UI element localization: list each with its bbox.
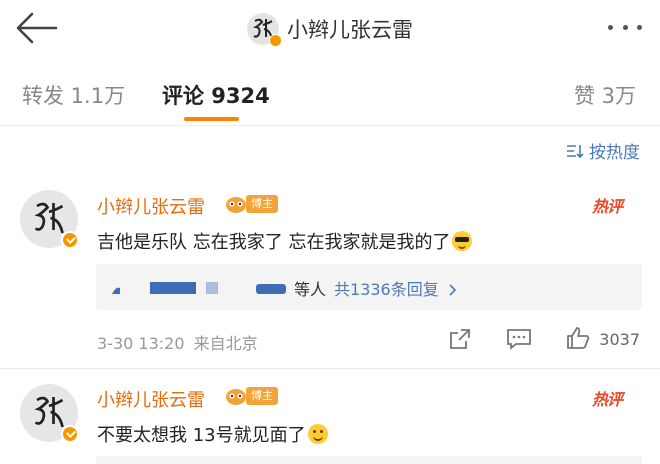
cool-sunglasses-emoji-icon <box>452 231 473 251</box>
reply-comment-icon[interactable] <box>506 327 532 351</box>
comment-author[interactable]: 小辫儿张云雷 <box>97 386 205 412</box>
blurred-usernames <box>112 282 286 294</box>
mascot-face-icon <box>226 197 246 213</box>
hot-comment-badge: 热评 <box>592 197 623 216</box>
comment-divider <box>0 368 660 369</box>
verified-badge-icon <box>61 231 79 249</box>
tabs-divider <box>0 125 660 126</box>
owner-tag: 博主 <box>246 195 278 213</box>
comment-text-body: 吉他是乐队 忘在我家了 忘在我家就是我的了 <box>97 232 451 253</box>
smile-emoji-icon <box>307 424 328 444</box>
verified-badge-icon <box>269 34 282 47</box>
share-icon[interactable] <box>448 327 472 351</box>
replies-preview[interactable] <box>96 456 642 464</box>
verified-badge-icon <box>61 425 79 443</box>
header-title-group: 小辫儿张云雷 <box>0 0 660 58</box>
top-bar: 小辫儿张云雷 <box>0 0 660 58</box>
page-title: 小辫儿张云雷 <box>287 18 413 42</box>
header-avatar[interactable] <box>247 13 282 47</box>
comment-avatar[interactable] <box>20 384 79 443</box>
comment-author[interactable]: 小辫儿张云雷 <box>97 193 205 219</box>
comment-text: 不要太想我 13号就见面了 <box>97 421 328 447</box>
sort-label: 按热度 <box>589 143 640 163</box>
comment-text: 吉他是乐队 忘在我家了 忘在我家就是我的了 <box>97 228 473 254</box>
owner-badge: 博主 <box>224 194 278 214</box>
comment-meta: 3-30 13:20 来自北京 <box>97 330 258 354</box>
chevron-right-icon <box>449 284 456 296</box>
replies-preview[interactable]: 等人 共1336条回复 <box>96 264 642 310</box>
hot-comment-badge: 热评 <box>592 390 623 409</box>
sort-icon <box>567 144 584 158</box>
comment-time: 3-30 13:20 <box>97 334 185 353</box>
replies-suffix: 等人 <box>294 280 327 299</box>
zhang-calligraphy-logo-icon <box>34 396 64 428</box>
owner-badge: 博主 <box>224 386 278 406</box>
zhang-calligraphy-logo-icon <box>34 202 64 234</box>
comment-avatar[interactable] <box>20 190 79 249</box>
comment-source: 来自北京 <box>193 334 258 353</box>
owner-tag: 博主 <box>246 387 278 405</box>
tab-bar: 转发 1.1万 评论 9324 赞 3万 <box>0 58 660 124</box>
tab-comments[interactable]: 评论 9324 <box>162 80 270 110</box>
tab-likes[interactable]: 赞 3万 <box>574 80 636 110</box>
like-count: 3037 <box>599 330 640 349</box>
active-tab-indicator <box>184 117 239 121</box>
comment-text-body: 不要太想我 13号就见面了 <box>97 425 306 446</box>
replies-summary: 等人 共1336条回复 <box>294 276 458 300</box>
replies-link[interactable]: 共1336条回复 <box>334 280 439 299</box>
like-thumb-icon[interactable] <box>565 325 591 351</box>
mascot-face-icon <box>226 389 246 405</box>
tab-reposts[interactable]: 转发 1.1万 <box>22 80 125 110</box>
more-dots-icon[interactable] <box>608 20 642 34</box>
sort-by-hot-button[interactable]: 按热度 <box>566 138 640 163</box>
